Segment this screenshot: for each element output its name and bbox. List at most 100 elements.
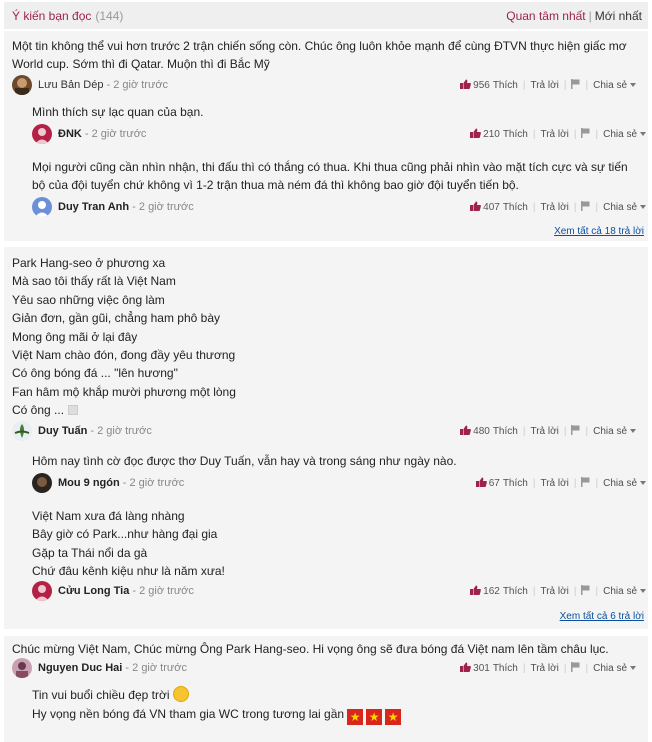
vietnam-flag-emoji-icon: ★ — [385, 709, 402, 725]
report-flag-icon[interactable] — [571, 425, 580, 435]
like-count: 407 — [483, 202, 500, 213]
author-name[interactable]: ĐNK - 2 giờ trước — [58, 128, 146, 140]
report-flag-icon[interactable] — [571, 79, 580, 89]
share-button[interactable]: Chia sẻ — [593, 663, 627, 674]
reply-meta: Duy Tran Anh - 2 giờ trước 407 Thích | Trả … — [32, 197, 652, 219]
reply-button[interactable]: Trả lời — [540, 129, 568, 140]
reply-item: Hôm nay tình cờ đọc được thơ Duy Tuấn, v… — [24, 446, 646, 495]
chevron-down-icon[interactable] — [630, 666, 636, 670]
chevron-down-icon[interactable] — [630, 83, 636, 87]
share-button[interactable]: Chia sẻ — [603, 202, 637, 213]
like-button[interactable]: Thích — [503, 586, 528, 597]
like-icon[interactable] — [470, 585, 481, 595]
reply-item: Tin vui buổi chiều đẹp trời Hy vọng nền … — [24, 682, 644, 742]
author-name[interactable]: Duy Tuấn - 2 giờ trước — [38, 425, 152, 437]
reply-actions: 407 Thích | Trả lời | | Chia sẻ — [470, 201, 646, 213]
view-all-replies-link[interactable]: Xem tất cả 18 trả lời — [554, 226, 644, 237]
timestamp: - 2 giờ trước — [132, 201, 194, 213]
chevron-down-icon[interactable] — [640, 205, 646, 209]
share-button[interactable]: Chia sẻ — [603, 478, 637, 489]
like-icon[interactable] — [460, 79, 471, 89]
share-button[interactable]: Chia sẻ — [603, 586, 637, 597]
like-icon[interactable] — [470, 128, 481, 138]
comment-actions: 480 Thích | Trả lời | | Chia sẻ — [460, 425, 636, 437]
chevron-down-icon[interactable] — [630, 429, 636, 433]
reply-text: Việt Nam xưa đá làng nhàng Bây giờ có Pa… — [32, 509, 225, 579]
timestamp: - 2 giờ trước — [84, 128, 147, 140]
reply-button[interactable]: Trả lời — [530, 426, 558, 437]
like-button[interactable]: Thích — [503, 478, 528, 489]
comment-actions: 301 Thích | Trả lời | | Chia sẻ — [460, 662, 636, 674]
like-count: 956 — [473, 80, 490, 91]
author-name[interactable]: Duy Tran Anh - 2 giờ trước — [58, 201, 194, 213]
avatar[interactable] — [32, 124, 52, 144]
chevron-down-icon[interactable] — [640, 589, 646, 593]
share-button[interactable]: Chia sẻ — [593, 80, 627, 91]
vietnam-flag-emoji-icon: ★ — [366, 709, 383, 725]
reply-item: Việt Nam xưa đá làng nhàng Bây giờ có Pa… — [24, 501, 646, 605]
sort-newest[interactable]: Mới nhất — [595, 9, 642, 23]
share-button[interactable]: Chia sẻ — [603, 129, 637, 140]
comment-count: (144) — [95, 9, 124, 23]
like-button[interactable]: Thích — [493, 426, 518, 437]
chevron-down-icon[interactable] — [640, 132, 646, 136]
avatar[interactable] — [32, 581, 52, 601]
comment-actions: 956 Thích | Trả lời | | Chia sẻ — [460, 79, 636, 91]
author-name[interactable]: Lưu Bản Dép - 2 giờ trước — [38, 79, 168, 91]
like-button[interactable]: Thích — [503, 129, 528, 140]
like-count: 67 — [488, 478, 500, 489]
reply-item: Mọi người cũng cần nhìn nhận, thi đấu th… — [24, 152, 646, 220]
timestamp: - 2 giờ trước — [125, 662, 187, 674]
comment-meta: Nguyen Duc Hai - 2 giờ trước 301 Thích | Tr… — [12, 658, 642, 680]
like-icon[interactable] — [460, 425, 471, 435]
report-flag-icon[interactable] — [571, 662, 580, 672]
timestamp: - 2 giờ trước — [90, 425, 152, 437]
like-count: 162 — [483, 586, 500, 597]
like-icon[interactable] — [470, 201, 481, 211]
reply-button[interactable]: Trả lời — [530, 80, 558, 91]
comments-title: Ý kiến bạn đọc (144) — [12, 9, 124, 23]
comment-text: Một tin không thể vui hơn trước 2 trận c… — [12, 39, 627, 71]
avatar[interactable] — [32, 197, 52, 217]
sort-most-relevant[interactable]: Quan tâm nhất — [506, 9, 585, 23]
reply-meta: ĐNK - 2 giờ trước 210 Thích | Trả lời | | Chia… — [32, 124, 652, 146]
like-count: 480 — [473, 426, 490, 437]
like-icon[interactable] — [475, 477, 487, 487]
comment-meta: Duy Tuấn - 2 giờ trước 480 Thích | Trả lời |… — [12, 421, 642, 443]
reply-text: Mình thích sự lạc quan của bạn. — [32, 105, 204, 119]
like-button[interactable]: Thích — [493, 663, 518, 674]
timestamp: - 2 giờ trước — [132, 585, 194, 597]
reply-button[interactable]: Trả lời — [540, 478, 568, 489]
reply-button[interactable]: Trả lời — [530, 663, 558, 674]
like-button[interactable]: Thích — [503, 202, 528, 213]
reply-text: Tin vui buổi chiều đẹp trời Hy vọng nền … — [32, 686, 402, 725]
reply-meta: Mou 9 ngón - 2 giờ trước 67 Thích | Trả lời… — [32, 473, 652, 495]
author-name[interactable]: Mou 9 ngón - 2 giờ trước — [58, 477, 184, 489]
reply-button[interactable]: Trả lời — [540, 586, 568, 597]
comments-header: Ý kiến bạn đọc (144) Quan tâm nhất | Mới nh… — [4, 2, 648, 29]
avatar[interactable] — [12, 658, 32, 678]
report-flag-icon[interactable] — [581, 585, 590, 595]
report-flag-icon[interactable] — [581, 128, 590, 138]
report-flag-icon[interactable] — [581, 201, 590, 211]
author-name[interactable]: Cửu Long Tia - 2 giờ trước — [58, 585, 194, 597]
comment-meta: Lưu Bản Dép - 2 giờ trước 956 Thích | Trả l… — [12, 75, 642, 97]
avatar[interactable] — [12, 421, 32, 441]
like-icon[interactable] — [460, 662, 471, 672]
like-button[interactable]: Thích — [493, 80, 518, 91]
chevron-down-icon[interactable] — [640, 481, 646, 485]
comment-text: Chúc mừng Việt Nam, Chúc mừng Ông Park H… — [12, 642, 609, 656]
reply-button[interactable]: Trả lời — [540, 202, 568, 213]
avatar[interactable] — [32, 473, 52, 493]
expand-text-button[interactable] — [68, 405, 79, 416]
avatar[interactable] — [12, 75, 32, 95]
view-all-replies-link[interactable]: Xem tất cả 6 trả lời — [560, 611, 644, 622]
author-name[interactable]: Nguyen Duc Hai - 2 giờ trước — [38, 662, 187, 674]
report-flag-icon[interactable] — [581, 477, 590, 487]
timestamp: - 2 giờ trước — [122, 477, 185, 489]
smile-emoji-icon — [172, 686, 189, 702]
reply-actions: 67 Thích | Trả lời | | Chia sẻ — [475, 477, 646, 489]
vietnam-flag-emoji-icon: ★ — [347, 709, 364, 725]
share-button[interactable]: Chia sẻ — [593, 426, 627, 437]
reply-actions: 162 Thích | Trả lời | | Chia sẻ — [470, 585, 646, 597]
